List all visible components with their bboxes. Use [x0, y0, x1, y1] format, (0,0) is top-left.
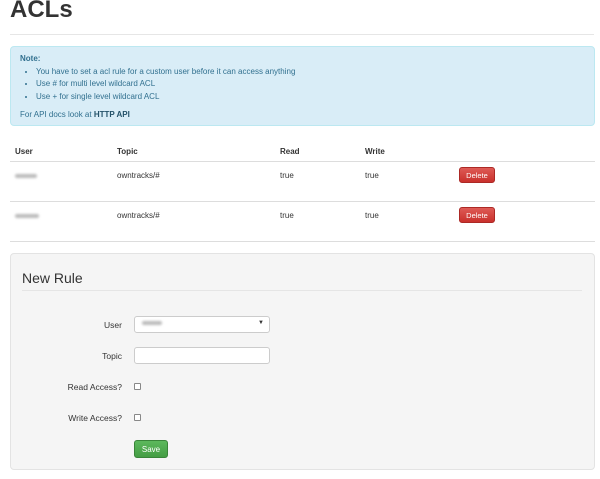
redacted-selected-user: [142, 321, 162, 325]
http-api-link[interactable]: HTTP API: [94, 110, 130, 119]
row-write: true: [365, 171, 379, 180]
acl-table: User Topic Read Write owntracks/# true t…: [10, 140, 595, 242]
user-select[interactable]: ▼: [134, 316, 270, 333]
table-row: owntracks/# true true Delete: [10, 202, 595, 242]
read-access-label: Read Access?: [67, 382, 122, 392]
row-read: true: [280, 171, 294, 180]
chevron-down-icon: ▼: [258, 320, 264, 326]
user-label: User: [104, 320, 122, 330]
write-access-label: Write Access?: [68, 413, 122, 423]
row-user: [15, 171, 37, 180]
note-alert: Note: You have to set a acl rule for a c…: [10, 46, 595, 126]
delete-button[interactable]: Delete: [459, 207, 495, 223]
topic-input[interactable]: [134, 347, 270, 364]
redacted-username: [15, 174, 37, 178]
legend-divider: [22, 290, 582, 291]
note-item: Use # for multi level wildcard ACL: [36, 78, 585, 91]
topic-label: Topic: [102, 351, 122, 361]
header-read: Read: [280, 147, 300, 156]
api-docs-prefix: For API docs look at: [20, 110, 92, 119]
row-read: true: [280, 211, 294, 220]
title-divider: [10, 34, 594, 35]
new-rule-form: New Rule User ▼ Topic Read Access? Write…: [10, 253, 595, 470]
note-list: You have to set a acl rule for a custom …: [20, 66, 585, 104]
write-access-checkbox[interactable]: [134, 414, 141, 421]
row-write: true: [365, 211, 379, 220]
delete-button[interactable]: Delete: [459, 167, 495, 183]
page-title: ACLs: [10, 0, 73, 23]
read-access-checkbox[interactable]: [134, 383, 141, 390]
row-user: [15, 211, 39, 220]
table-header: User Topic Read Write: [10, 140, 595, 162]
header-user: User: [15, 147, 33, 156]
new-rule-title: New Rule: [22, 270, 83, 286]
note-item: You have to set a acl rule for a custom …: [36, 66, 585, 79]
row-topic: owntracks/#: [117, 171, 160, 180]
note-heading: Note:: [20, 54, 41, 63]
redacted-username: [15, 214, 39, 218]
header-write: Write: [365, 147, 385, 156]
api-docs-line: For API docs look at HTTP API: [20, 109, 585, 122]
note-item: Use + for single level wildcard ACL: [36, 91, 585, 104]
row-topic: owntracks/#: [117, 211, 160, 220]
save-button[interactable]: Save: [134, 440, 168, 458]
table-row: owntracks/# true true Delete: [10, 162, 595, 202]
header-topic: Topic: [117, 147, 138, 156]
